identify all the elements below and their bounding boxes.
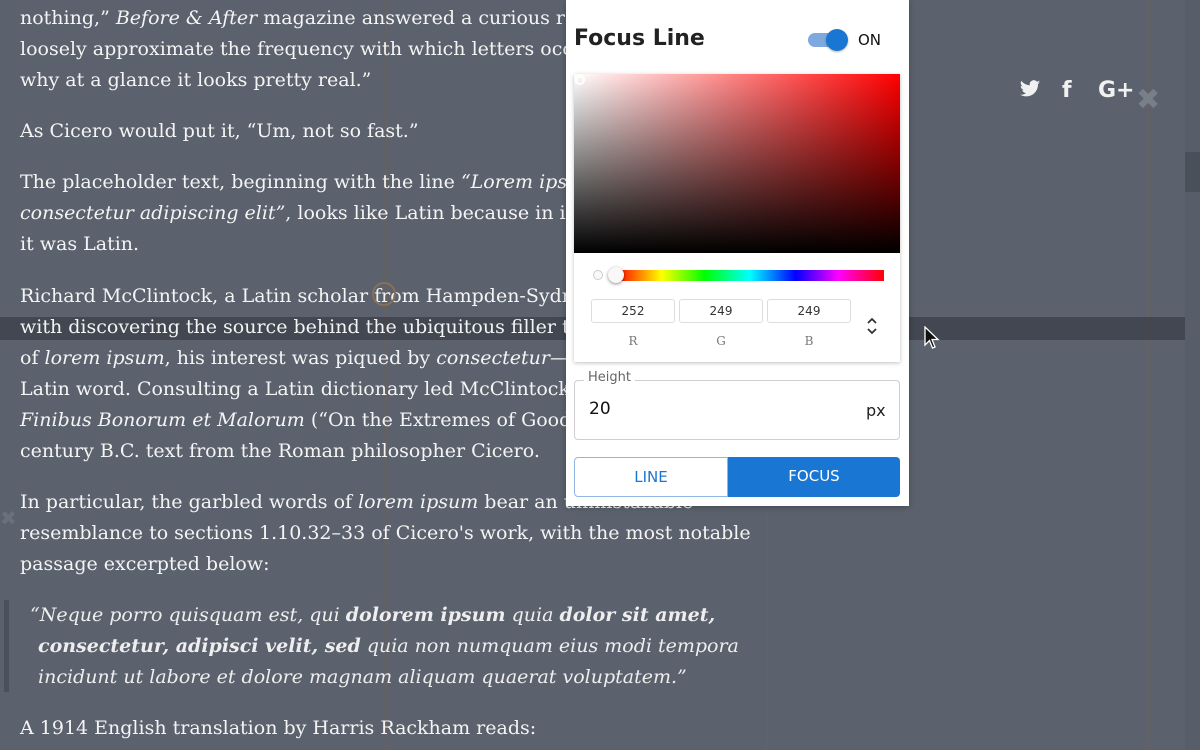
twitter-icon[interactable] [1018, 78, 1042, 106]
text-run: consectetur [436, 347, 550, 369]
text-run: incidunt ut labore et dolore magnam aliq… [38, 666, 687, 688]
text-run: loosely approximate the frequency with w… [20, 38, 607, 60]
hue-slider[interactable] [616, 270, 884, 281]
text-run: why at a glance it looks pretty real.” [20, 69, 372, 91]
quote-line: “Neque porro quisquam est, qui dolorem i… [30, 600, 715, 631]
text-run: In particular, the garbled words of [20, 491, 359, 513]
height-unit: px [866, 401, 886, 420]
line-mode-button[interactable]: LINE [574, 457, 728, 497]
height-field[interactable] [574, 380, 900, 440]
red-label: R [628, 334, 638, 348]
green-input[interactable]: 249 [679, 299, 763, 323]
close-icon[interactable]: ✖ [1136, 84, 1160, 114]
article-line: As Cicero would put it, “Um, not so fast… [20, 116, 419, 147]
text-run: lorem ipsum [44, 347, 165, 369]
text-run: , his interest was piqued by [164, 347, 437, 369]
hue-slider-handle[interactable] [608, 267, 624, 283]
text-run: it was Latin. [20, 233, 140, 255]
quote-line: incidunt ut labore et dolore magnam aliq… [38, 662, 687, 693]
left-close-icon[interactable]: ✖ [0, 506, 17, 530]
focus-mode-button[interactable]: FOCUS [728, 457, 900, 497]
focus-line-panel: Focus Line ON 252 249 249 R G B Height 2… [566, 0, 909, 506]
color-swatch [593, 270, 603, 280]
article-line: consectetur adipiscing elit”, looks like… [20, 198, 611, 229]
position-marker [372, 282, 396, 306]
on-off-toggle[interactable] [808, 29, 848, 51]
red-input[interactable]: 252 [591, 299, 675, 323]
text-run: Before & After [115, 7, 258, 29]
blue-input[interactable]: 249 [767, 299, 851, 323]
article-line: with discovering the source behind the u… [20, 312, 605, 343]
panel-title: Focus Line [574, 26, 705, 51]
text-run: Richard McClintock, a Latin scholar from… [20, 285, 596, 307]
article-line: it was Latin. [20, 229, 139, 260]
article-line: loosely approximate the frequency with w… [20, 34, 606, 65]
toggle-label: ON [858, 31, 882, 49]
text-run: consectetur, adipisci velit, sed [38, 635, 361, 657]
text-run: consectetur adipiscing elit” [20, 202, 286, 224]
text-run: Latin word. Consulting a Latin dictionar… [20, 378, 596, 400]
article-line: why at a glance it looks pretty real.” [20, 65, 371, 96]
saturation-handle[interactable] [575, 75, 585, 85]
text-run: passage excerpted below: [20, 553, 270, 575]
color-picker: 252 249 249 R G B [574, 74, 900, 362]
text-run: (“On the Extremes of Good an [304, 409, 601, 431]
toggle-knob[interactable] [826, 29, 848, 51]
mouse-pointer-icon [924, 326, 940, 349]
height-input[interactable]: 20 [589, 399, 611, 419]
article-line: The placeholder text, beginning with the… [20, 167, 597, 198]
article-line: Richard McClintock, a Latin scholar from… [20, 281, 596, 312]
quote-line: consectetur, adipisci velit, sed quia no… [38, 631, 739, 662]
green-label: G [716, 334, 726, 348]
text-run: A 1914 English translation by Harris Rac… [20, 717, 537, 739]
article-line: century B.C. text from the Roman philoso… [20, 436, 540, 467]
article-line: resemblance to sections 1.10.32–33 of Ci… [20, 518, 751, 549]
blue-label: B [804, 334, 814, 348]
text-run: magazine answered a curious reade [257, 7, 611, 29]
text-run: dolor sit amet, [559, 604, 716, 626]
text-run: dolorem ipsum [345, 604, 506, 626]
article-line: of lorem ipsum, his interest was piqued … [20, 343, 610, 374]
text-run: resemblance to sections 1.10.32–33 of Ci… [20, 522, 751, 544]
text-run: quia [505, 604, 560, 626]
article-line: passage excerpted below: [20, 549, 270, 580]
text-run: of [20, 347, 45, 369]
text-run: As Cicero would put it, “Um, not so fast… [20, 120, 419, 142]
article-line: nothing,” Before & After magazine answer… [20, 3, 611, 34]
article-line: Finibus Bonorum et Malorum (“On the Extr… [20, 405, 601, 436]
quote-bar [4, 600, 9, 692]
text-run: nothing,” [20, 7, 116, 29]
text-run: “Neque porro quisquam est, qui [30, 604, 346, 626]
text-run: century B.C. text from the Roman philoso… [20, 440, 540, 462]
article-line: Latin word. Consulting a Latin dictionar… [20, 374, 595, 405]
format-toggle-arrows-icon[interactable] [865, 314, 879, 339]
text-run: , looks like Latin because in its yo [285, 202, 612, 224]
text-run: lorem ipsum [358, 491, 479, 513]
article-line: A 1914 English translation by Harris Rac… [20, 713, 536, 744]
scrollbar-thumb[interactable] [1185, 152, 1200, 192]
facebook-icon[interactable]: f [1062, 78, 1072, 103]
text-run: The placeholder text, beginning with the… [20, 171, 461, 193]
scrollbar[interactable] [1185, 0, 1200, 750]
text-run: Finibus Bonorum et Malorum [20, 409, 305, 431]
text-run: quia non numquam eius modi tempora [360, 635, 739, 657]
text-run: with discovering the source behind the u… [20, 316, 606, 338]
height-label: Height [584, 370, 635, 385]
saturation-area[interactable] [574, 74, 900, 253]
google-plus-icon[interactable]: G+ [1098, 78, 1135, 103]
